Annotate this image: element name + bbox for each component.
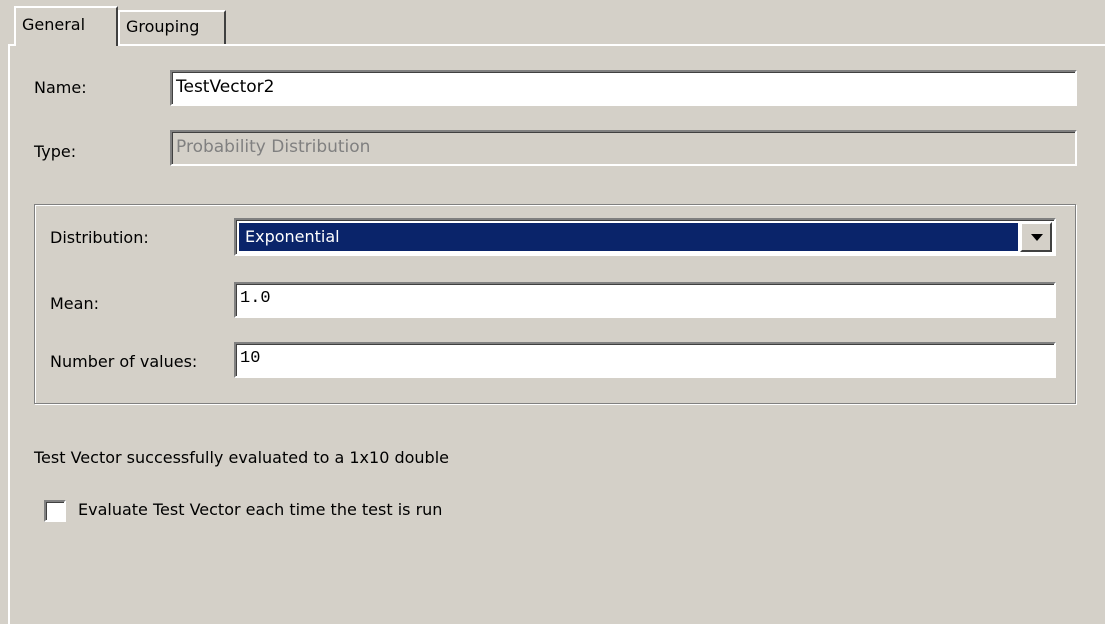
name-input[interactable]: TestVector2 xyxy=(170,70,1077,106)
dropdown-button[interactable] xyxy=(1020,222,1052,252)
evaluate-each-run-label[interactable]: Evaluate Test Vector each time the test … xyxy=(78,500,442,519)
tab-general[interactable]: General xyxy=(14,6,118,46)
type-label: Type: xyxy=(34,142,77,161)
number-of-values-label: Number of values: xyxy=(50,352,198,371)
tab-grouping[interactable]: Grouping xyxy=(118,10,226,44)
number-of-values-input[interactable]: 10 xyxy=(234,342,1056,378)
name-label: Name: xyxy=(34,78,87,97)
type-input: Probability Distribution xyxy=(170,130,1077,166)
distribution-label: Distribution: xyxy=(50,228,149,247)
chevron-down-icon xyxy=(1031,234,1043,241)
mean-label: Mean: xyxy=(50,294,99,313)
distribution-dropdown[interactable]: Exponential xyxy=(234,218,1056,256)
mean-input[interactable]: 1.0 xyxy=(234,282,1056,318)
evaluate-each-run-checkbox[interactable] xyxy=(44,500,66,522)
distribution-selected-value: Exponential xyxy=(239,223,1018,251)
status-message: Test Vector successfully evaluated to a … xyxy=(34,448,449,467)
